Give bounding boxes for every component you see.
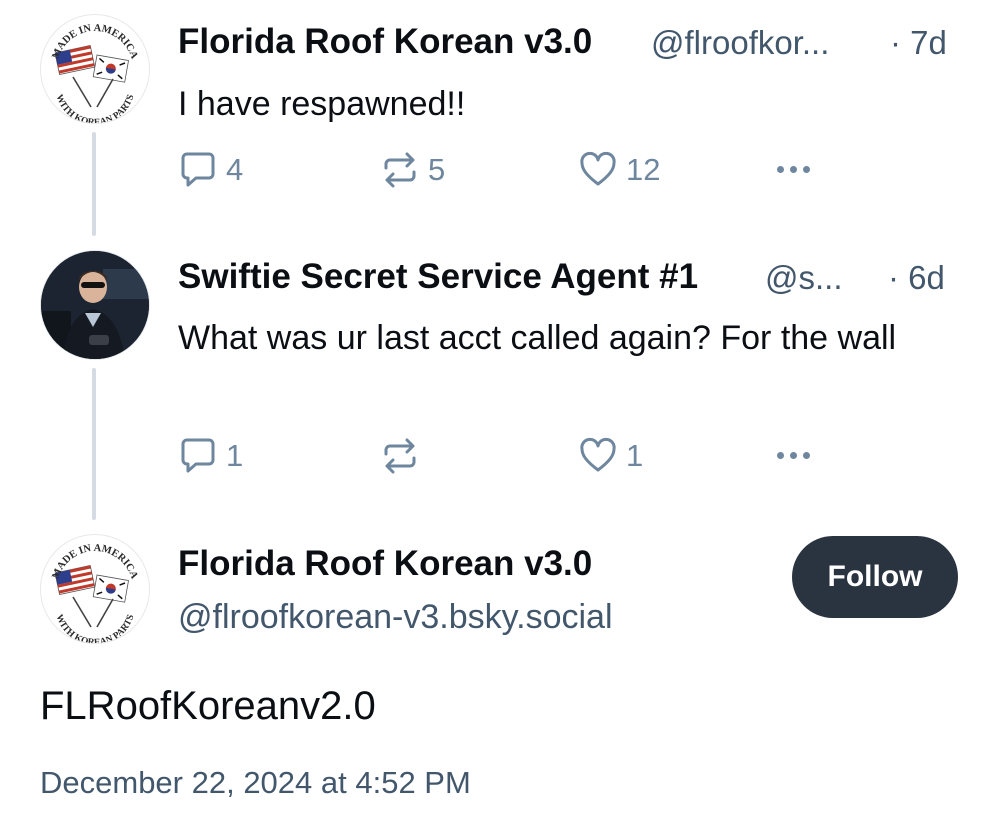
follow-button[interactable]: Follow xyxy=(792,536,958,618)
flags-badge-icon: MADE IN AMERICA WITH KOREAN PARTS xyxy=(41,535,149,643)
author-name[interactable]: Florida Roof Korean v3.0 xyxy=(178,544,592,584)
post-text: FLRoofKoreanv2.0 xyxy=(40,684,376,728)
repost-button[interactable]: 5 xyxy=(380,150,445,190)
like-count: 1 xyxy=(626,438,644,473)
author-handle[interactable]: @flroofkor... xyxy=(651,24,829,62)
reply-button[interactable]: 1 xyxy=(178,436,243,476)
like-button[interactable]: 1 xyxy=(578,436,643,476)
author-name[interactable]: Florida Roof Korean v3.0 xyxy=(178,22,592,62)
reply-count: 1 xyxy=(226,438,244,473)
like-count: 12 xyxy=(626,152,661,187)
thread-line xyxy=(92,368,96,520)
more-icon[interactable] xyxy=(777,452,810,459)
post-text: What was ur last acct called again? For … xyxy=(178,319,897,357)
post-time[interactable]: · 6d xyxy=(888,259,945,297)
person-photo-icon xyxy=(41,251,149,359)
thread-line xyxy=(92,132,96,236)
avatar[interactable]: MADE IN AMERICA WITH KOREAN PARTS xyxy=(40,534,150,644)
post-timestamp[interactable]: December 22, 2024 at 4:52 PM xyxy=(40,765,471,801)
author-name[interactable]: Swiftie Secret Service Agent #1 xyxy=(178,257,698,297)
reply-button[interactable]: 4 xyxy=(178,150,243,190)
repost-icon xyxy=(384,438,416,474)
reply-count: 4 xyxy=(226,152,244,187)
repost-button[interactable] xyxy=(380,436,428,476)
author-handle[interactable]: @flroofkorean-v3.bsky.social xyxy=(178,598,613,637)
post-time[interactable]: · 7d xyxy=(890,24,947,62)
author-handle[interactable]: @s... xyxy=(765,259,843,297)
like-icon xyxy=(580,437,616,472)
repost-icon xyxy=(384,152,416,188)
avatar[interactable]: MADE IN AMERICA WITH KOREAN PARTS xyxy=(40,14,150,124)
avatar[interactable] xyxy=(40,250,150,360)
reply-icon xyxy=(181,438,215,473)
reply-icon xyxy=(181,152,215,187)
like-icon xyxy=(580,151,616,186)
more-icon[interactable] xyxy=(777,166,810,173)
post-text: I have respawned!! xyxy=(178,85,466,123)
flags-badge-icon: MADE IN AMERICA WITH KOREAN PARTS xyxy=(41,15,149,123)
repost-count: 5 xyxy=(428,152,446,187)
like-button[interactable]: 12 xyxy=(578,150,660,190)
